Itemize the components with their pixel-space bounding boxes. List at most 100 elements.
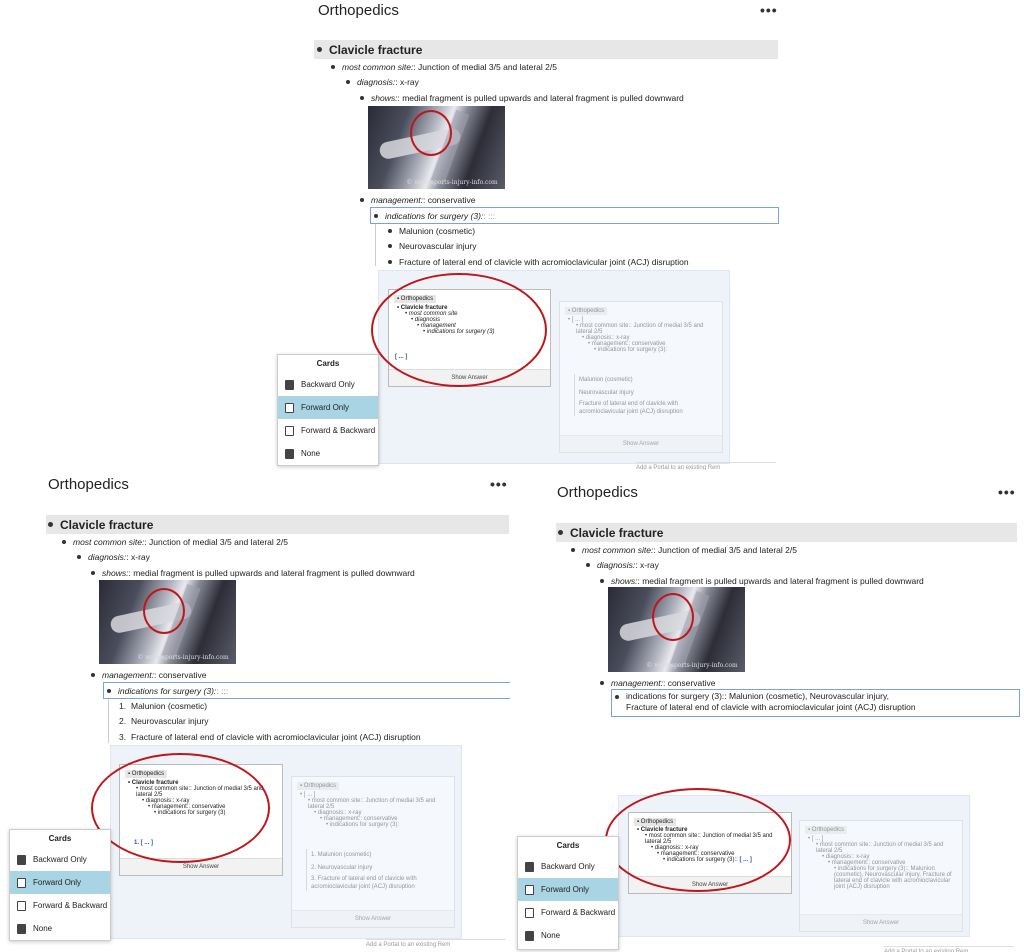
portal-input[interactable]: Add a Portal to an existing Rem	[884, 946, 1014, 952]
menu-item-label: Forward Only	[301, 403, 350, 412]
show-answer-button[interactable]: Show Answer	[560, 435, 722, 452]
card-answer-item: Fracture of lateral end of clavicle with…	[579, 401, 683, 415]
rem-most-common-site[interactable]: most common site:: Junction of medial 3/…	[331, 62, 557, 72]
menu-item-forward-backward[interactable]: Forward & Backward	[518, 901, 618, 924]
card-breadcrumb: ▪ Orthopedics	[565, 307, 608, 315]
card-preview-back[interactable]: ▪ Orthopedics • [ ... ] • most common si…	[799, 820, 963, 932]
rem-shows[interactable]: shows:: medial fragment is pulled upward…	[91, 568, 415, 578]
bullet-icon	[374, 213, 378, 218]
rem-inline-answer: indications for surgery (3):: Malunion (…	[626, 691, 889, 701]
menu-item-label: Forward & Backward	[301, 426, 376, 435]
card-both-icon	[17, 900, 26, 911]
list-item-text: Neurovascular injury	[131, 716, 209, 726]
list-item[interactable]: Fracture of lateral end of clavicle with…	[388, 257, 689, 267]
card-backward-icon	[525, 861, 534, 872]
rem-most-common-site[interactable]: most common site:: Junction of medial 3/…	[571, 545, 797, 555]
rem-indications-editing[interactable]: indications for surgery (3):: :::	[103, 682, 510, 699]
menu-item-backward-only[interactable]: Backward Only	[10, 848, 110, 871]
menu-item-backward-only[interactable]: Backward Only	[278, 373, 378, 396]
cards-menu-title: Cards	[556, 841, 580, 850]
card-site: most common site:: Junction of medial 3/…	[816, 842, 944, 854]
annotation-circle	[143, 588, 185, 634]
rem-shows[interactable]: shows:: medial fragment is pulled upward…	[600, 576, 924, 586]
menu-item-label: Forward Only	[33, 878, 82, 887]
panel-top: Orthopedics ••• Clavicle fracture most c…	[0, 0, 1024, 470]
rem-key: most common site:	[73, 537, 145, 547]
card-breadcrumb: ▪ Orthopedics	[297, 782, 340, 790]
bullet-icon	[388, 244, 392, 248]
menu-item-none[interactable]: None	[518, 924, 618, 947]
bullet-icon	[388, 229, 392, 233]
show-answer-button[interactable]: Show Answer	[292, 910, 454, 927]
rem-most-common-site[interactable]: most common site:: Junction of medial 3/…	[62, 537, 288, 547]
rem-shows[interactable]: shows:: medial fragment is pulled upward…	[360, 93, 684, 103]
card-forward-icon	[525, 884, 534, 895]
menu-item-label: Backward Only	[541, 862, 595, 871]
heading-text: Clavicle fracture	[329, 42, 423, 57]
rem-diagnosis[interactable]: diagnosis:: x-ray	[346, 77, 419, 87]
bullet-icon	[360, 96, 364, 100]
rem-separator: : :::	[216, 685, 229, 696]
menu-item-backward-only[interactable]: Backward Only	[518, 855, 618, 878]
more-options-icon[interactable]: •••	[490, 476, 508, 492]
panel-bottom-left: Orthopedics ••• Clavicle fracture most c…	[0, 470, 510, 952]
list-item[interactable]: Neurovascular injury	[388, 241, 476, 251]
xray-watermark: © www.sports-injury-info.com	[646, 662, 738, 669]
bullet-icon	[331, 65, 335, 69]
rem-key: diagnosis:	[357, 77, 396, 87]
rem-diagnosis[interactable]: diagnosis:: x-ray	[77, 552, 150, 562]
card-backward-icon	[17, 854, 26, 865]
card-preview-back[interactable]: ▪ Orthopedics • [ ... ] • most common si…	[291, 776, 455, 928]
bullet-icon	[600, 579, 604, 583]
menu-item-forward-backward[interactable]: Forward & Backward	[10, 894, 110, 917]
indent-guide	[108, 699, 109, 743]
crumb-text: Orthopedics	[303, 783, 337, 789]
heading-text: Clavicle fracture	[60, 517, 154, 532]
card-answer-item: 2. Neurovascular injury	[311, 865, 373, 871]
menu-item-forward-only[interactable]: Forward Only	[10, 871, 110, 894]
card-preview-back[interactable]: ▪ Orthopedics • [ ... ] • most common si…	[559, 301, 723, 453]
bullet-icon	[91, 673, 95, 677]
menu-item-forward-only[interactable]: Forward Only	[278, 396, 378, 419]
heading-text: Clavicle fracture	[570, 525, 664, 540]
bullet-icon	[388, 260, 392, 264]
rem-indications-inline[interactable]: indications for surgery (3):: Malunion (…	[611, 689, 1020, 717]
rem-key: shows:	[102, 568, 129, 578]
rem-management[interactable]: management:: conservative	[360, 195, 475, 205]
portal-input[interactable]: Add a Portal to an existing Rem	[636, 462, 776, 470]
annotation-circle	[410, 110, 452, 156]
bullet-icon	[558, 530, 563, 535]
document-title: Orthopedics	[557, 484, 638, 501]
document-title: Orthopedics	[48, 476, 129, 493]
list-item[interactable]: Malunion (cosmetic)	[388, 226, 475, 236]
rem-management[interactable]: management:: conservative	[600, 678, 715, 688]
card-site: most common site:: Junction of medial 3/…	[576, 323, 704, 335]
list-item[interactable]: 1. Malunion (cosmetic)	[119, 701, 207, 711]
rem-heading[interactable]: Clavicle fracture	[46, 515, 509, 534]
menu-item-none[interactable]: None	[278, 442, 378, 465]
menu-item-none[interactable]: None	[10, 917, 110, 940]
rem-indications-editing[interactable]: indications for surgery (3):: :::	[370, 207, 779, 224]
bullet-icon	[77, 555, 81, 559]
menu-item-forward-backward[interactable]: Forward & Backward	[278, 419, 378, 442]
list-item[interactable]: 2. Neurovascular injury	[119, 716, 208, 726]
show-answer-button[interactable]: Show Answer	[800, 914, 962, 931]
rem-management[interactable]: management:: conservative	[91, 670, 206, 680]
rem-heading[interactable]: Clavicle fracture	[314, 40, 778, 59]
bullet-icon	[615, 695, 619, 699]
card-breadcrumb: ▪ Orthopedics	[805, 826, 848, 834]
list-item[interactable]: 3. Fracture of lateral end of clavicle wi…	[119, 732, 421, 742]
rem-value: : medial fragment is pulled upwards and …	[128, 568, 415, 578]
indent-guide	[375, 224, 376, 266]
card-backward-icon	[285, 379, 294, 390]
rem-diagnosis[interactable]: diagnosis:: x-ray	[586, 560, 659, 570]
rem-key: diagnosis:	[88, 552, 127, 562]
more-options-icon[interactable]: •••	[998, 484, 1016, 500]
more-options-icon[interactable]: •••	[760, 2, 778, 18]
menu-item-forward-only[interactable]: Forward Only	[518, 878, 618, 901]
rem-key: shows:	[371, 93, 398, 103]
document-title: Orthopedics	[318, 2, 399, 19]
crumb-text: Orthopedics	[811, 827, 845, 833]
portal-input[interactable]: Add a Portal to an existing Rem	[366, 939, 506, 948]
rem-heading[interactable]: Clavicle fracture	[556, 523, 1017, 542]
